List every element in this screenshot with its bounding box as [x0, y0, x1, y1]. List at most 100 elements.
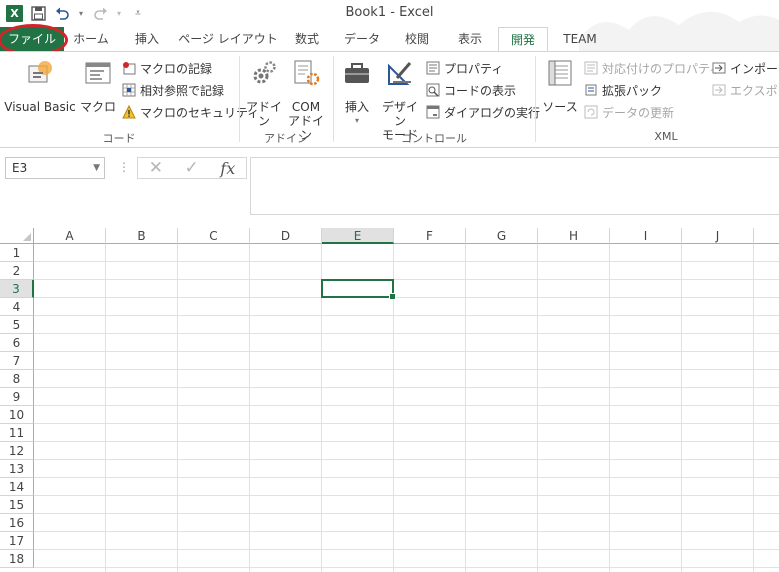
grid-line: [34, 405, 779, 406]
addins-button[interactable]: アドイン: [244, 58, 284, 128]
tab-page-layout[interactable]: ページ レイアウト: [178, 27, 278, 51]
tab-view[interactable]: 表示: [446, 27, 494, 51]
row-header-11[interactable]: 11: [0, 424, 34, 442]
export-button[interactable]: エクスポート: [712, 80, 779, 100]
grid-line: [105, 244, 106, 572]
run-dialog-label: ダイアログの実行: [444, 105, 541, 120]
record-macro-button[interactable]: マクロの記録: [122, 58, 212, 78]
tab-formulas[interactable]: 数式: [284, 27, 330, 51]
grid-line: [34, 333, 779, 334]
row-header-6[interactable]: 6: [0, 334, 34, 352]
group-label-xml: XML: [654, 130, 678, 143]
cancel-icon[interactable]: ✕: [149, 158, 163, 178]
grid-line: [34, 351, 779, 352]
row-header-10[interactable]: 10: [0, 406, 34, 424]
column-header-f[interactable]: F: [394, 228, 466, 244]
tab-insert[interactable]: 挿入: [122, 27, 172, 51]
enter-icon[interactable]: ✓: [185, 158, 199, 178]
row-header-4[interactable]: 4: [0, 298, 34, 316]
row-header-14[interactable]: 14: [0, 478, 34, 496]
column-header-g[interactable]: G: [466, 228, 538, 244]
gear-icon: [253, 61, 276, 84]
import-button[interactable]: インポート: [712, 58, 779, 78]
xml-source-button[interactable]: ソース: [540, 58, 580, 114]
tab-team[interactable]: TEAM: [554, 27, 606, 51]
column-header-e[interactable]: E: [322, 228, 394, 244]
row-header-18[interactable]: 18: [0, 550, 34, 568]
formula-input[interactable]: [250, 157, 779, 215]
record-macro-icon: [123, 62, 136, 75]
select-all-button[interactable]: [0, 228, 34, 244]
run-dialog-button[interactable]: ダイアログの実行: [426, 102, 540, 122]
ribbon-tabs: ファイル ホーム 挿入 ページ レイアウト 数式 データ 校閲 表示 開発 TE…: [0, 24, 779, 56]
column-header-partial[interactable]: [754, 228, 779, 244]
row-header-13[interactable]: 13: [0, 460, 34, 478]
row-header-9[interactable]: 9: [0, 388, 34, 406]
map-properties-button[interactable]: 対応付けのプロパティ: [584, 58, 721, 78]
tab-developer[interactable]: 開発: [498, 27, 548, 52]
macros-button[interactable]: マクロ: [80, 58, 116, 114]
view-code-button[interactable]: コードの表示: [426, 80, 516, 100]
row-header-2[interactable]: 2: [0, 262, 34, 280]
com-addins-icon: [294, 60, 320, 86]
column-header-a[interactable]: A: [34, 228, 106, 244]
column-header-j[interactable]: J: [682, 228, 754, 244]
view-code-icon: [426, 83, 440, 97]
tab-home[interactable]: ホーム: [66, 27, 116, 51]
column-header-d[interactable]: D: [250, 228, 322, 244]
row-header-5[interactable]: 5: [0, 316, 34, 334]
expansion-packs-label: 拡張パック: [602, 83, 663, 98]
name-box[interactable]: E3 ▼: [5, 157, 105, 179]
refresh-icon: [584, 105, 598, 119]
grid-line: [34, 567, 779, 568]
chevron-down-icon[interactable]: ▼: [93, 158, 100, 178]
title-bar: X ▾ ▾ ⩡ Book1 - Excel: [0, 0, 779, 60]
view-code-label: コードの表示: [444, 83, 517, 98]
relative-reference-button[interactable]: 相対参照で記録: [122, 80, 224, 100]
column-header-b[interactable]: B: [106, 228, 178, 244]
resize-handle-icon[interactable]: ⋮: [118, 160, 130, 174]
column-header-i[interactable]: I: [610, 228, 682, 244]
column-header-h[interactable]: H: [538, 228, 610, 244]
grid-line: [537, 244, 538, 572]
group-label-code: コード: [102, 132, 136, 145]
refresh-data-button[interactable]: データの更新: [584, 102, 674, 122]
row-header-8[interactable]: 8: [0, 370, 34, 388]
worksheet-grid[interactable]: A B C D E F G H I J 1 2 3 4 5 6 7 8 9 10 11 12 13 14 15 16 17 18: [0, 228, 779, 572]
active-cell[interactable]: [321, 279, 396, 300]
grid-line: [34, 459, 779, 460]
import-icon: [712, 62, 726, 74]
row-header-7[interactable]: 7: [0, 352, 34, 370]
row-header-17[interactable]: 17: [0, 532, 34, 550]
visual-basic-icon: [28, 61, 52, 83]
properties-icon: [426, 61, 440, 75]
tab-data[interactable]: データ: [336, 27, 388, 51]
grid-line: [34, 495, 779, 496]
grid-line: [177, 244, 178, 572]
row-header-12[interactable]: 12: [0, 442, 34, 460]
addins-label: アドイン: [245, 100, 282, 128]
expansion-packs-button[interactable]: 拡張パック: [584, 80, 662, 100]
tab-file[interactable]: ファイル: [0, 27, 64, 51]
column-header-c[interactable]: C: [178, 228, 250, 244]
xml-source-label: ソース: [542, 100, 578, 114]
grid-line: [34, 423, 779, 424]
tab-review[interactable]: 校閲: [394, 27, 440, 51]
row-header-1[interactable]: 1: [0, 244, 34, 262]
row-header-15[interactable]: 15: [0, 496, 34, 514]
name-box-value: E3: [12, 161, 28, 175]
insert-control-button[interactable]: 挿入 ▾: [338, 58, 376, 128]
formula-buttons: ✕ ✓ fx: [137, 157, 247, 179]
grid-line: [34, 513, 779, 514]
row-header-3[interactable]: 3: [0, 280, 34, 298]
grid-line: [34, 279, 779, 280]
properties-button[interactable]: プロパティ: [426, 58, 503, 78]
map-properties-label: 対応付けのプロパティ: [602, 61, 722, 76]
insert-function-icon[interactable]: fx: [220, 159, 235, 178]
visual-basic-button[interactable]: Visual Basic: [4, 58, 76, 114]
xml-source-icon: [548, 60, 572, 86]
grid-line: [249, 244, 250, 572]
row-header-16[interactable]: 16: [0, 514, 34, 532]
macros-label: マクロ: [80, 100, 117, 114]
run-dialog-icon: [426, 105, 440, 119]
